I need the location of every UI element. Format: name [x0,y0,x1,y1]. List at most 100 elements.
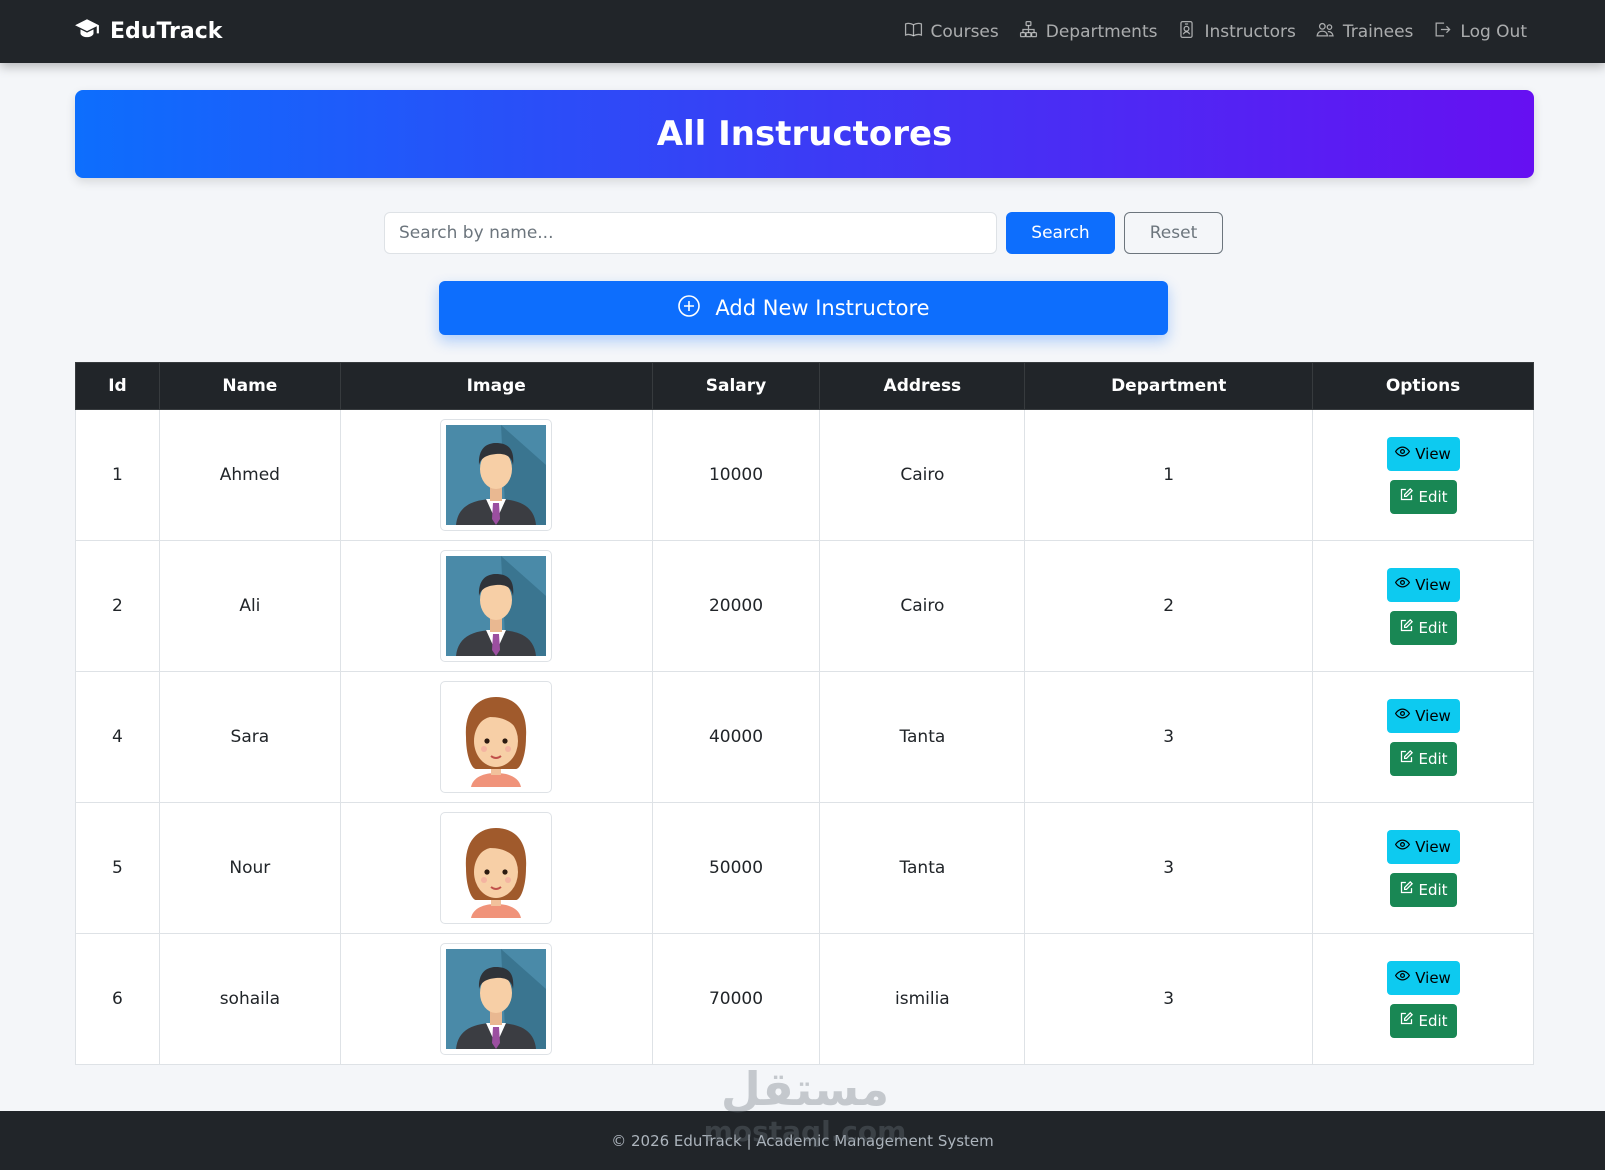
cell-department: 3 [1024,933,1314,1065]
cell-name: Sara [158,671,341,803]
table-row: 5 Nour 50000 Tanta 3 View Edit [75,802,1534,934]
nav-link-trainees[interactable]: Trainees [1316,20,1414,44]
cell-department: 3 [1024,802,1314,934]
edit-icon [1399,749,1414,768]
edit-button[interactable]: Edit [1389,610,1457,645]
header-address: Address [819,362,1026,410]
page-title: All Instructores [656,114,953,154]
search-button[interactable]: Search [1006,212,1115,254]
table-row: 4 Sara 40000 Tanta 3 View Edit [75,671,1534,803]
plus-circle-icon [677,294,701,323]
brand[interactable]: EduTrack [74,0,222,63]
cell-id: 5 [75,802,160,934]
cell-department: 2 [1024,540,1314,672]
reset-button[interactable]: Reset [1124,212,1223,254]
cell-salary: 20000 [651,540,821,672]
cell-options: View Edit [1312,933,1534,1065]
navbar: EduTrack Courses Departments Instructors… [0,0,1605,63]
footer-text: © 2026 EduTrack | Academic Management Sy… [611,1131,994,1150]
cell-image [339,802,653,934]
nav-link-label: Instructors [1204,21,1296,42]
header-options: Options [1312,362,1534,410]
cell-address: Cairo [819,540,1026,672]
cell-name: sohaila [158,933,341,1065]
row-options: View Edit [1313,698,1533,776]
eye-icon [1395,444,1411,463]
nav-link-courses[interactable]: Courses [904,20,999,44]
cell-image [339,409,653,541]
view-button[interactable]: View [1386,698,1460,733]
avatar [440,550,553,662]
edit-label: Edit [1418,1011,1448,1030]
male-avatar-image [446,949,547,1049]
eye-icon [1395,706,1411,725]
cell-options: View Edit [1312,540,1534,672]
nav-link-label: Trainees [1342,21,1414,42]
view-label: View [1415,837,1451,856]
view-button[interactable]: View [1386,436,1460,471]
svg-text:مستقل: مستقل [721,1062,889,1116]
edit-label: Edit [1418,880,1448,899]
avatar [440,812,553,924]
row-options: View Edit [1313,829,1533,907]
view-button[interactable]: View [1386,960,1460,995]
cell-address: Tanta [819,671,1026,803]
edit-button[interactable]: Edit [1389,479,1457,514]
row-options: View Edit [1313,436,1533,514]
nav-link-label: Courses [930,21,999,42]
view-button[interactable]: View [1386,829,1460,864]
row-options: View Edit [1313,960,1533,1038]
search-input[interactable] [384,212,997,254]
nav-link-instructors[interactable]: Instructors [1177,20,1296,44]
edit-icon [1399,1011,1414,1030]
nav-link-logout[interactable]: Log Out [1433,20,1527,44]
add-instructor-label: Add New Instructore [715,296,930,320]
cell-salary: 40000 [651,671,821,803]
cell-options: View Edit [1312,671,1534,803]
cell-options: View Edit [1312,802,1534,934]
edit-icon [1399,487,1414,506]
page-header-banner: All Instructores [75,90,1534,178]
table-row: 6 sohaila 70000 ismilia 3 View Edit [75,933,1534,1065]
cell-image [339,933,653,1065]
header-salary: Salary [651,362,821,410]
edit-button[interactable]: Edit [1389,741,1457,776]
people-icon [1316,20,1335,44]
male-avatar-image [446,425,547,525]
cell-department: 3 [1024,671,1314,803]
avatar [440,681,553,793]
row-options: View Edit [1313,567,1533,645]
view-label: View [1415,575,1451,594]
graduation-cap-icon [74,16,100,48]
cell-address: Tanta [819,802,1026,934]
view-label: View [1415,968,1451,987]
add-instructor-button[interactable]: Add New Instructore [439,281,1168,335]
view-label: View [1415,706,1451,725]
cell-salary: 10000 [651,409,821,541]
cell-address: Cairo [819,409,1026,541]
edit-label: Edit [1418,749,1448,768]
cell-address: ismilia [819,933,1026,1065]
edit-label: Edit [1418,618,1448,637]
header-id: Id [75,362,160,410]
cell-id: 6 [75,933,160,1065]
brand-name: EduTrack [110,19,223,44]
edit-button[interactable]: Edit [1389,1003,1457,1038]
cell-id: 4 [75,671,160,803]
table-header-row: Id Name Image Salary Address Department … [75,362,1534,410]
eye-icon [1395,968,1411,987]
edit-label: Edit [1418,487,1448,506]
nav-link-label: Departments [1045,21,1158,42]
cell-id: 2 [75,540,160,672]
cell-id: 1 [75,409,160,541]
edit-icon [1399,880,1414,899]
edit-button[interactable]: Edit [1389,872,1457,907]
nav-link-departments[interactable]: Departments [1019,20,1158,44]
male-avatar-image [446,556,547,656]
cell-image [339,540,653,672]
header-department: Department [1024,362,1314,410]
instructors-table: Id Name Image Salary Address Department … [75,362,1534,1065]
view-button[interactable]: View [1386,567,1460,602]
cell-salary: 50000 [651,802,821,934]
nav-links: Courses Departments Instructors Trainees… [904,0,1527,63]
